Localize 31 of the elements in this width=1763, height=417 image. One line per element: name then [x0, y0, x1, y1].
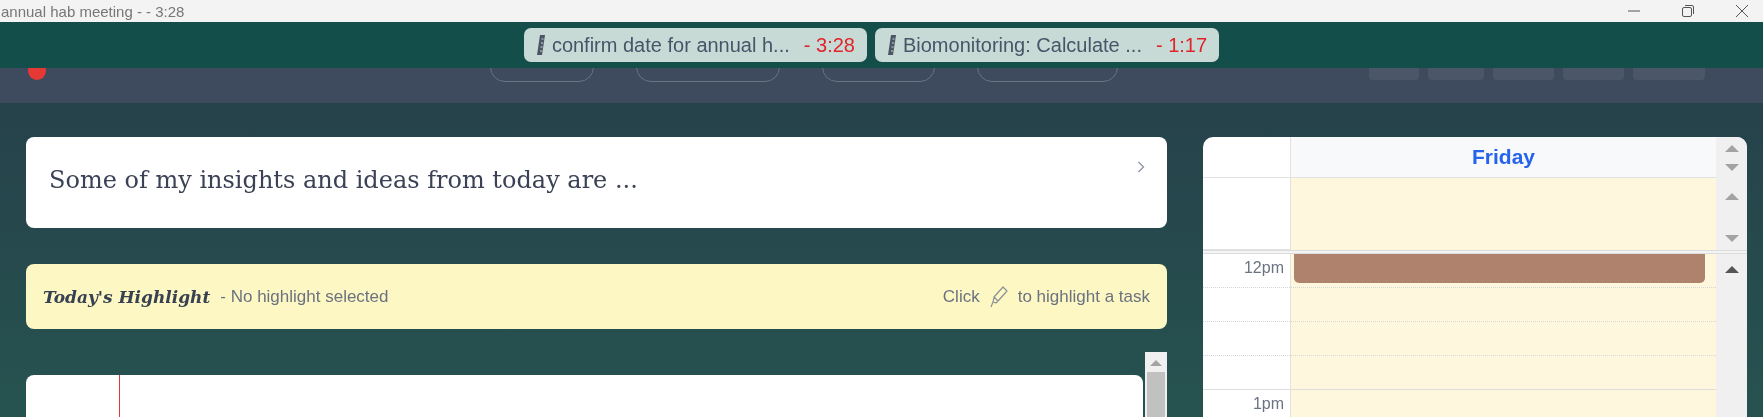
ruler-icon: [886, 34, 897, 56]
highlight-status: - No highlight selected: [220, 286, 389, 307]
time-slot[interactable]: [1290, 254, 1716, 288]
scroll-down-icon[interactable]: [1724, 164, 1739, 171]
time-slot[interactable]: [1290, 356, 1716, 390]
editor-area[interactable]: [26, 375, 1143, 417]
scrollbar[interactable]: [1716, 254, 1747, 417]
timer-pill[interactable]: Biomonitoring: Calculate ... - 1:17: [874, 28, 1220, 62]
time-label: 1pm: [1251, 395, 1284, 413]
chevron-right-icon[interactable]: [1137, 161, 1145, 173]
restore-icon[interactable]: [1681, 4, 1695, 18]
text-cursor: [119, 375, 120, 417]
scroll-up-icon[interactable]: [1724, 266, 1739, 273]
day-header: Friday: [1472, 145, 1535, 169]
highlight-title: Today's Highlight: [43, 286, 211, 307]
reflection-prompt: Some of my insights and ideas from today are ...: [49, 165, 638, 194]
close-icon[interactable]: [1735, 4, 1749, 18]
timer-remaining: - 1:17: [1155, 33, 1208, 57]
timer-task: Biomonitoring: Calculate ...: [902, 33, 1142, 57]
hint-text: to highlight a task: [1017, 286, 1150, 307]
scrollbar[interactable]: [1145, 352, 1167, 417]
timer-pill[interactable]: confirm date for annual h... - 3:28: [523, 28, 867, 62]
timer-task: confirm date for annual h...: [551, 33, 790, 57]
scrollbar[interactable]: [1716, 137, 1747, 250]
hint-text: Click: [942, 286, 980, 307]
time-label: 12pm: [1242, 259, 1284, 277]
highlighter-icon: [989, 285, 1008, 308]
ruler-icon: [535, 34, 546, 56]
timer-remaining: - 3:28: [803, 33, 855, 57]
scroll-down-icon[interactable]: [1724, 235, 1739, 242]
window-title: annual hab meeting - - 3:28: [0, 2, 186, 20]
